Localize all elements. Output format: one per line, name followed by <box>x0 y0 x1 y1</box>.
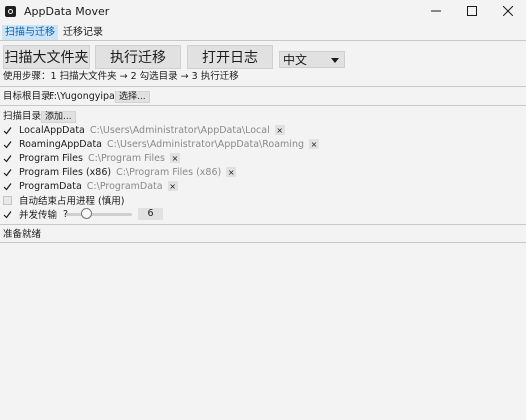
check-icon <box>3 140 12 148</box>
remove-dir-button[interactable]: × <box>167 181 178 191</box>
tab-migration-history[interactable]: 迁移记录 <box>60 25 106 40</box>
list-item: LocalAppData C:\Users\Administrator\AppD… <box>3 124 285 136</box>
dir-name: ProgramData <box>19 180 82 192</box>
open-log-button[interactable]: 打开日志 <box>187 45 273 69</box>
scan-button[interactable]: 扫描大文件夹 <box>3 45 90 69</box>
check-icon <box>3 154 12 162</box>
dir-path: C:\Users\Administrator\AppData\Local <box>89 124 270 136</box>
divider <box>0 224 526 225</box>
checkbox-localappdata[interactable] <box>3 126 12 135</box>
concurrent-option: 并发传输 ? <box>3 208 68 221</box>
remove-dir-button[interactable]: × <box>309 139 319 149</box>
concurrent-label: 并发传输 <box>19 210 58 221</box>
target-dir-label: 目标根目录: <box>3 91 54 102</box>
checkbox-auto-kill[interactable] <box>3 195 12 205</box>
scan-dirs-label: 扫描目录: <box>3 111 45 122</box>
checkbox-program-files-x86[interactable] <box>3 168 12 177</box>
divider <box>0 40 526 41</box>
window-title: AppData Mover <box>24 4 110 18</box>
close-button[interactable] <box>490 0 526 22</box>
remove-dir-button[interactable]: × <box>226 167 237 177</box>
check-icon <box>3 182 12 190</box>
concurrency-slider-track[interactable] <box>66 213 132 216</box>
checkbox-program-files[interactable] <box>3 154 12 163</box>
check-icon <box>3 126 12 134</box>
app-icon <box>5 5 16 17</box>
divider <box>0 86 526 87</box>
list-item: ProgramData C:\ProgramData × <box>3 180 178 192</box>
concurrency-slider-thumb[interactable] <box>81 208 92 219</box>
dir-name: LocalAppData <box>19 124 85 136</box>
remove-dir-button[interactable]: × <box>169 153 180 163</box>
auto-kill-label: 自动结束占用进程 (慎用) <box>19 196 125 207</box>
check-icon <box>3 210 12 218</box>
dir-path: C:\Users\Administrator\AppData\Roaming <box>107 138 304 150</box>
choose-target-button[interactable]: 选择... <box>115 91 150 103</box>
list-item: Program Files C:\Program Files × <box>3 152 180 164</box>
title-bar: AppData Mover <box>0 0 526 22</box>
remove-dir-button[interactable]: × <box>274 125 285 135</box>
dir-name: RoamingAppData <box>19 138 102 150</box>
maximize-button[interactable] <box>454 0 490 22</box>
divider <box>0 242 526 243</box>
dir-name: Program Files <box>19 152 83 164</box>
language-select[interactable]: 中文 <box>279 51 345 68</box>
auto-kill-option: 自动结束占用进程 (慎用) <box>3 194 125 207</box>
list-item: RoamingAppData C:\Users\Administrator\Ap… <box>3 138 319 150</box>
dir-path: C:\Program Files (x86) <box>116 166 222 178</box>
check-icon <box>3 168 12 176</box>
concurrency-value[interactable]: 6 <box>138 208 163 220</box>
chevron-down-icon <box>331 58 339 63</box>
checkbox-empty-icon <box>3 195 12 205</box>
status-text: 准备就绪 <box>3 229 42 240</box>
list-item: Program Files (x86) C:\Program Files (x8… <box>3 166 237 178</box>
checkbox-programdata[interactable] <box>3 182 12 191</box>
maximize-icon <box>467 6 477 16</box>
checkbox-concurrent[interactable] <box>3 210 12 219</box>
dir-path: C:\ProgramData <box>86 180 163 192</box>
migrate-button[interactable]: 执行迁移 <box>95 45 181 69</box>
minimize-button[interactable] <box>418 0 454 22</box>
dir-name: Program Files (x86) <box>19 166 112 178</box>
add-dir-button[interactable]: 添加... <box>41 111 76 123</box>
dir-path: C:\Program Files <box>87 152 165 164</box>
usage-steps: 使用步骤：1 扫描大文件夹 → 2 勾选目录 → 3 执行迁移 <box>3 71 239 82</box>
tab-scan-migrate[interactable]: 扫描与迁移 <box>2 24 58 40</box>
divider <box>0 105 526 106</box>
target-dir-value: F:\Yugongyipan <box>49 91 121 102</box>
minimize-icon <box>431 10 441 12</box>
close-icon <box>503 6 513 16</box>
tab-bar: 扫描与迁移 迁移记录 <box>0 24 526 40</box>
language-value: 中文 <box>283 53 308 67</box>
window-controls <box>418 0 526 22</box>
checkbox-roamingappdata[interactable] <box>3 140 12 149</box>
